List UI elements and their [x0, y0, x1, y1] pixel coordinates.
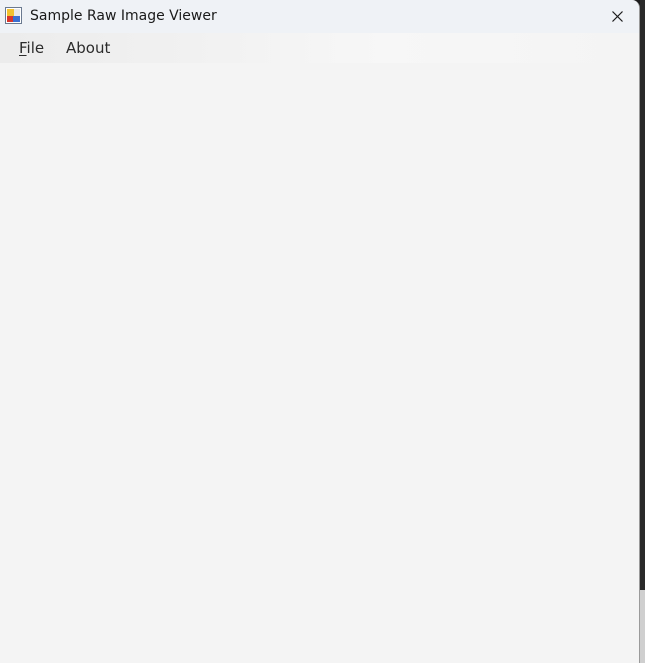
close-button[interactable] [594, 0, 639, 33]
image-view-area[interactable] [0, 63, 639, 663]
menu-file[interactable]: File [11, 33, 52, 63]
main-window: Sample Raw Image Viewer File About [0, 0, 640, 663]
menu-file-label: ile [26, 39, 45, 57]
menu-about[interactable]: About [58, 33, 118, 63]
title-bar[interactable]: Sample Raw Image Viewer [0, 0, 639, 33]
close-icon [612, 11, 623, 22]
window-title: Sample Raw Image Viewer [30, 8, 217, 24]
desktop-background [640, 0, 645, 663]
menu-bar: File About [0, 33, 639, 63]
menu-file-mnemonic: F [19, 39, 27, 57]
app-window-icon [5, 7, 22, 24]
desktop-background-light [640, 590, 645, 663]
